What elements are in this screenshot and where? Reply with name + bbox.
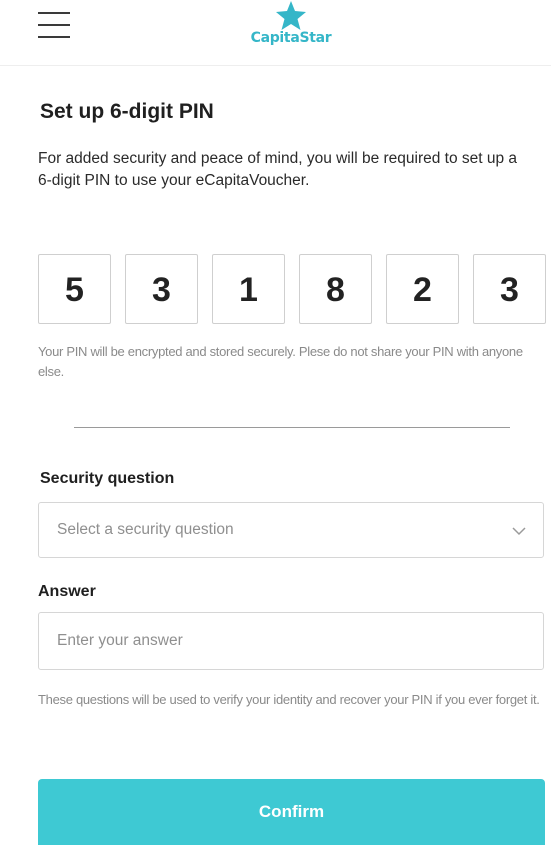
section-divider — [74, 427, 510, 428]
pin-digit-6[interactable]: 3 — [473, 254, 546, 324]
answer-field-wrapper — [38, 612, 544, 670]
pin-digit-2[interactable]: 3 — [125, 254, 198, 324]
logo-text: CapitaStar — [250, 30, 332, 46]
confirm-button[interactable]: Confirm — [38, 779, 545, 845]
capitastar-logo[interactable]: CapitaStar — [236, 0, 346, 60]
security-question-placeholder: Select a security question — [57, 521, 234, 538]
page-description: For added security and peace of mind, yo… — [38, 150, 518, 189]
pin-digit-1[interactable]: 5 — [38, 254, 111, 324]
app-header: CapitaStar — [0, 0, 551, 66]
chevron-down-icon — [512, 527, 526, 536]
pin-digit-3[interactable]: 1 — [212, 254, 285, 324]
pin-input-group: 5 3 1 8 2 3 — [38, 254, 546, 324]
star-icon — [276, 1, 306, 30]
pin-digit-4[interactable]: 8 — [299, 254, 372, 324]
page-title: Set up 6-digit PIN — [40, 100, 214, 123]
pin-security-note: Your PIN will be encrypted and stored se… — [38, 344, 523, 379]
answer-label: Answer — [38, 583, 96, 600]
menu-line — [38, 36, 70, 38]
menu-line — [38, 24, 70, 26]
security-question-label: Security question — [40, 470, 175, 487]
menu-line — [38, 12, 70, 14]
hamburger-menu-icon[interactable] — [38, 11, 70, 39]
answer-input[interactable] — [39, 613, 543, 669]
security-question-select[interactable]: Select a security question — [38, 502, 544, 558]
security-help-text: These questions will be used to verify y… — [38, 692, 540, 707]
pin-digit-5[interactable]: 2 — [386, 254, 459, 324]
